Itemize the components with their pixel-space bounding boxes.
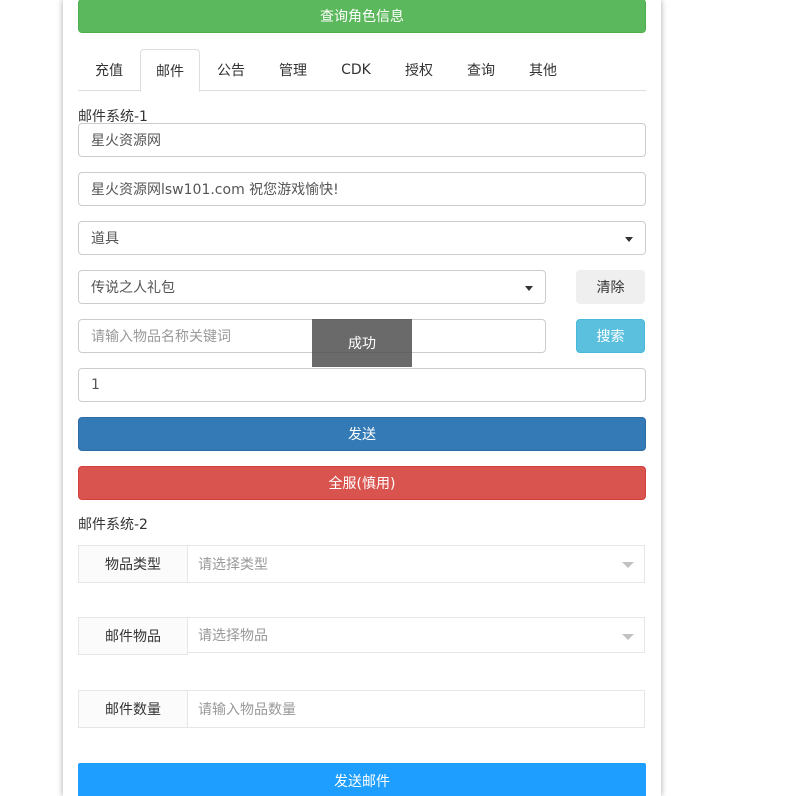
item-value: 传说之人礼包 <box>91 280 175 296</box>
category-value: 道具 <box>91 231 119 247</box>
item-type-select[interactable]: 请选择类型 <box>187 545 645 583</box>
tab-query[interactable]: 查询 <box>450 49 512 91</box>
search-placeholder: 请输入物品名称关键词 <box>91 329 231 345</box>
sender-input[interactable]: 星火资源网 <box>78 123 646 157</box>
send-all-button[interactable]: 全服(慎用) <box>78 466 646 500</box>
chevron-down-icon <box>625 237 633 242</box>
mail-qty-label: 邮件数量 <box>78 690 188 728</box>
item-type-label: 物品类型 <box>78 545 188 583</box>
chevron-down-icon <box>622 562 634 568</box>
chevron-down-icon <box>525 286 533 291</box>
tab-cdk[interactable]: CDK <box>324 49 388 91</box>
item-select[interactable]: 传说之人礼包 <box>78 270 546 304</box>
item-type-placeholder: 请选择类型 <box>198 557 268 573</box>
mail-item-select[interactable]: 请选择物品 <box>187 617 645 653</box>
query-role-button[interactable]: 查询角色信息 <box>78 0 646 33</box>
category-select[interactable]: 道具 <box>78 221 646 255</box>
tab-auth[interactable]: 授权 <box>388 49 450 91</box>
search-button[interactable]: 搜索 <box>576 319 645 353</box>
quantity-value: 1 <box>91 377 100 393</box>
mail-item-row: 邮件物品 请选择物品 <box>78 617 645 655</box>
tab-other[interactable]: 其他 <box>512 49 574 91</box>
send-mail-button[interactable]: 发送邮件 <box>78 763 646 796</box>
mail-qty-row: 邮件数量 请输入物品数量 <box>78 690 645 728</box>
mail-qty-placeholder: 请输入物品数量 <box>198 702 296 718</box>
content-value: 星火资源网lsw101.com 祝您游戏愉快! <box>91 182 339 198</box>
chevron-down-icon <box>622 634 634 640</box>
mail-item-label: 邮件物品 <box>78 617 188 655</box>
mail-item-placeholder: 请选择物品 <box>198 628 268 644</box>
item-type-row: 物品类型 请选择类型 <box>78 545 645 583</box>
success-toast: 成功 <box>312 319 412 367</box>
tab-manage[interactable]: 管理 <box>262 49 324 91</box>
mail2-title: 邮件系统-2 <box>78 517 148 533</box>
tab-recharge[interactable]: 充值 <box>78 49 140 91</box>
tab-bar: 充值 邮件 公告 管理 CDK 授权 查询 其他 <box>78 49 646 92</box>
clear-button[interactable]: 清除 <box>576 270 645 304</box>
tab-mail[interactable]: 邮件 <box>140 49 200 92</box>
quantity-input[interactable]: 1 <box>78 368 646 402</box>
sender-value: 星火资源网 <box>91 133 161 149</box>
mail-qty-input[interactable]: 请输入物品数量 <box>187 690 645 728</box>
tab-notice[interactable]: 公告 <box>200 49 262 91</box>
send-button[interactable]: 发送 <box>78 417 646 451</box>
content-input[interactable]: 星火资源网lsw101.com 祝您游戏愉快! <box>78 172 646 206</box>
